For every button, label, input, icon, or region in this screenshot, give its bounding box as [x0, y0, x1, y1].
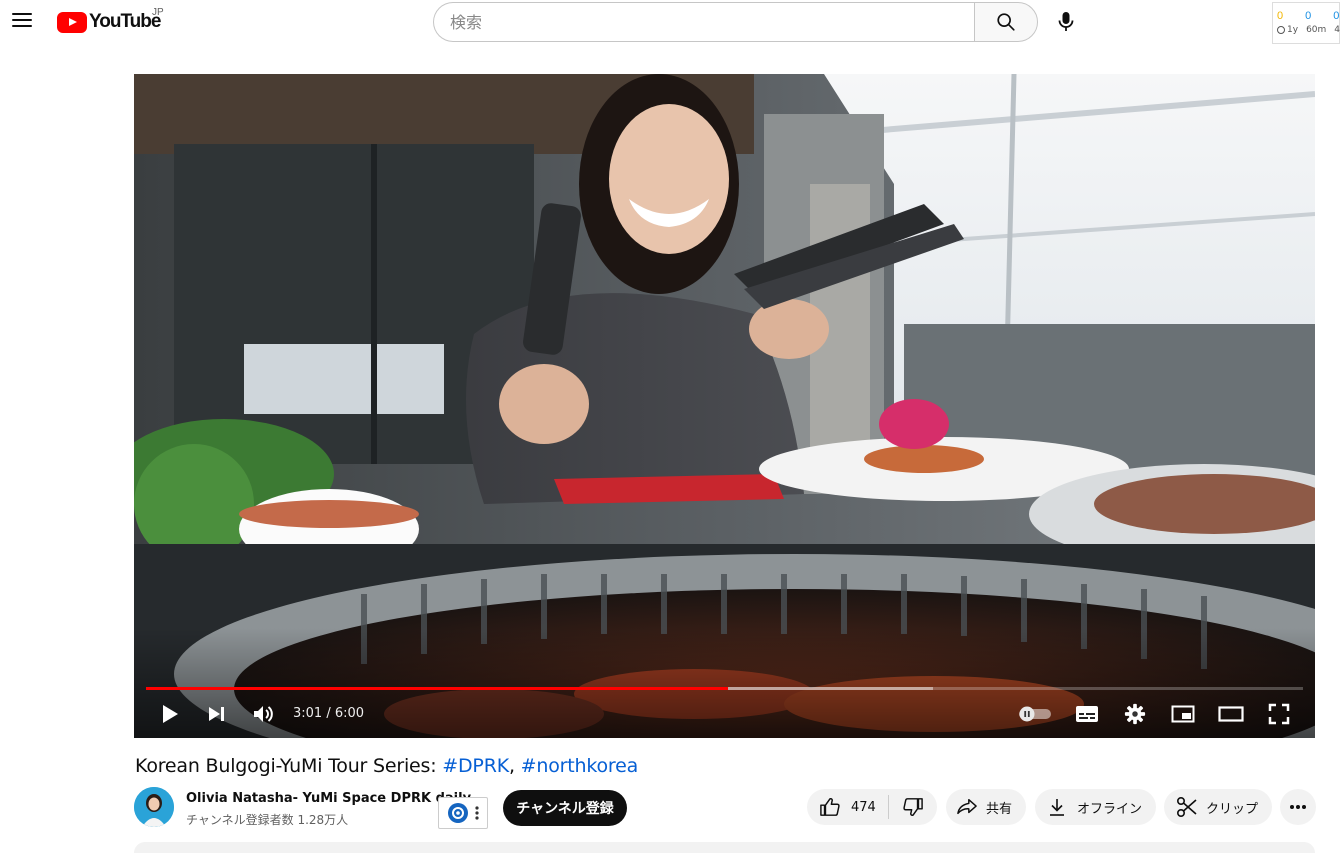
next-button[interactable] [203, 700, 231, 728]
video-title: Korean Bulgogi-YuMi Tour Series: #DPRK, … [135, 755, 638, 777]
search-icon [997, 13, 1015, 31]
clip-button[interactable]: クリップ [1164, 789, 1272, 825]
region-code: JP [152, 7, 164, 18]
theater-mode-icon [1218, 706, 1244, 722]
scissors-icon [1176, 796, 1197, 818]
ext-count-2: 0 [1305, 10, 1312, 22]
channel-avatar[interactable] [134, 787, 174, 827]
avatar-image [134, 787, 174, 827]
more-horizontal-icon [1290, 805, 1306, 809]
ext-period-1: 1y [1287, 25, 1299, 35]
volume-button[interactable] [249, 700, 279, 728]
offline-label: オフライン [1077, 801, 1143, 817]
like-dislike-group: 474 [807, 789, 937, 825]
youtube-logo[interactable]: YouTube [57, 10, 161, 34]
autoplay-toggle-icon [1019, 706, 1051, 722]
clock-icon [1277, 26, 1285, 34]
description-box[interactable] [134, 842, 1315, 853]
menu-icon[interactable] [8, 6, 36, 34]
skip-next-icon [209, 707, 224, 721]
share-label: 共有 [986, 801, 1013, 817]
microphone-icon [1058, 12, 1074, 31]
gear-icon [1124, 703, 1146, 725]
video-title-text: Korean Bulgogi-YuMi Tour Series: [135, 755, 443, 777]
title-separator: , [508, 755, 521, 777]
download-icon [1050, 799, 1064, 816]
subscribe-button[interactable]: チャンネル登録 [503, 790, 627, 826]
thumbs-down-icon [903, 798, 923, 816]
subtitles-button[interactable] [1072, 700, 1102, 728]
hashtag-link[interactable]: #DPRK [442, 755, 509, 777]
time-display: 3:01 / 6:00 [293, 706, 365, 721]
extension-button[interactable] [438, 797, 488, 829]
like-count: 474 [851, 799, 876, 815]
search-box[interactable] [433, 2, 975, 42]
masthead: YouTube JP 0 0 0 1y 60m 4 [0, 0, 1340, 44]
ext-count-1: 0 [1277, 10, 1284, 22]
play-button[interactable] [156, 700, 184, 728]
video-player[interactable]: 3:01 / 6:00 [134, 74, 1315, 738]
voice-search-button[interactable] [1048, 4, 1084, 40]
settings-button[interactable] [1120, 700, 1150, 728]
theater-mode-button[interactable] [1216, 700, 1246, 728]
logo-text: YouTube [89, 11, 161, 32]
share-icon [957, 799, 977, 815]
subscriber-count: チャンネル登録者数 1.28万人 [186, 813, 349, 827]
share-button[interactable]: 共有 [946, 789, 1026, 825]
miniplayer-icon [1171, 705, 1195, 723]
volume-icon [254, 706, 273, 722]
progress-played [146, 687, 728, 690]
progress-bar[interactable] [146, 687, 1303, 690]
subtitles-icon [1076, 706, 1098, 722]
ext-period-3: 4 [1334, 25, 1340, 35]
search-input[interactable] [450, 12, 975, 32]
ext-count-3: 0 [1333, 10, 1340, 22]
miniplayer-button[interactable] [1168, 700, 1198, 728]
search-button[interactable] [974, 2, 1038, 42]
fullscreen-icon [1268, 703, 1290, 725]
thumbs-up-icon [820, 798, 840, 816]
extension-logo-icon [448, 803, 468, 823]
ext-period-2: 60m [1306, 25, 1327, 35]
like-button[interactable]: 474 [807, 789, 876, 825]
youtube-play-logo-icon [57, 11, 87, 33]
extension-counter-widget[interactable]: 0 0 0 1y 60m 4 [1272, 2, 1340, 44]
fullscreen-button[interactable] [1264, 700, 1294, 728]
play-icon [163, 705, 178, 723]
kebab-menu-icon [475, 806, 479, 820]
dislike-button[interactable] [889, 789, 937, 825]
autoplay-toggle[interactable] [1016, 700, 1054, 728]
more-actions-button[interactable] [1280, 789, 1316, 825]
channel-name[interactable]: Olivia Natasha- YuMi Space DPRK daily [186, 791, 471, 806]
hashtag-link[interactable]: #northkorea [521, 755, 639, 777]
clip-label: クリップ [1206, 801, 1259, 817]
download-button[interactable]: オフライン [1035, 789, 1156, 825]
